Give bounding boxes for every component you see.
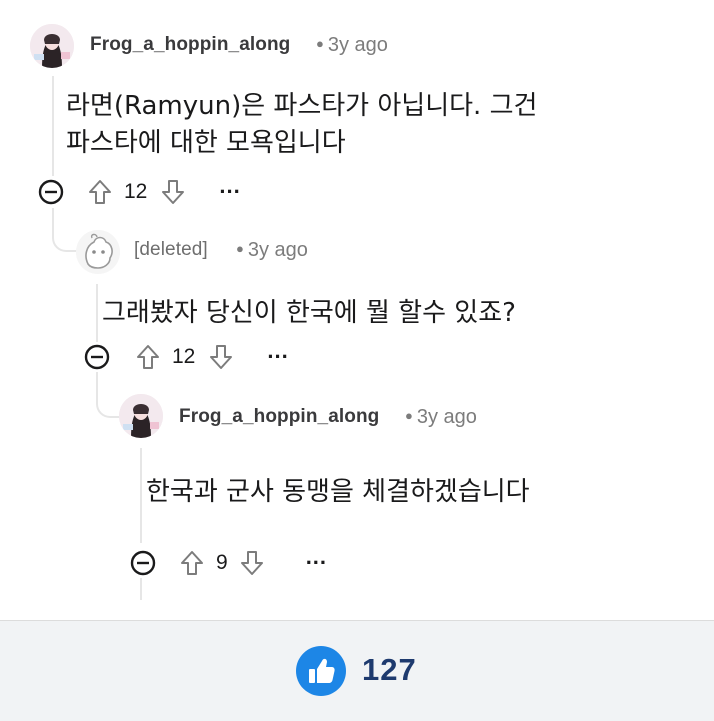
timestamp-text: 3y ago [327,34,388,56]
thread-line[interactable] [140,448,142,543]
vote-score: 12 [124,180,148,203]
comment-body-line: 그래봤자 당신이 한국에 뭘 할수 있죠? [102,298,516,328]
comment-body-line: 라면(Ramyun)은 파스타가 아닙니다. 그건 [66,91,538,121]
comment-author[interactable]: Frog_a_hoppin_along [90,34,290,56]
thread-line [140,578,142,600]
comment-timestamp: ● 3y ago [405,406,477,428]
comment-body: 그래봤자 당신이 한국에 뭘 할수 있죠? [102,295,516,332]
comment-author: [deleted] [134,239,208,260]
thread-connector [52,208,78,252]
comment-actions: 12 ... [84,338,289,372]
comment-thread: Frog_a_hoppin_along ● 3y ago 라면(Ramyun)은 … [0,0,714,600]
comment-body: 라면(Ramyun)은 파스타가 아닙니다. 그건 파스타에 대한 모욕입니다 [66,88,537,162]
comment-body-line: 파스타에 대한 모욕입니다 [66,128,346,158]
more-options-button[interactable]: ... [219,173,240,199]
comment-timestamp: ● 3y ago [316,34,388,56]
timestamp-text: 3y ago [416,406,477,428]
comment-actions: 9 ... [130,544,327,578]
collapse-icon[interactable] [84,344,110,370]
upvote-icon[interactable] [86,177,114,207]
like-count: 127 [362,652,417,687]
timestamp-text: 3y ago [247,239,308,261]
collapse-icon[interactable] [130,550,156,576]
thread-connector [96,372,120,418]
like-bar [0,620,714,721]
vote-score: 9 [216,551,228,574]
comment-author[interactable]: Frog_a_hoppin_along [179,406,379,428]
comment-body: 한국과 군사 동맹을 체결하겠습니다 [146,474,530,511]
thumbs-up-icon[interactable] [296,646,346,696]
avatar-image [30,24,74,68]
more-options-button[interactable]: ... [267,338,288,364]
avatar[interactable] [30,24,74,68]
comment-timestamp: ● 3y ago [236,239,308,261]
downvote-icon[interactable] [238,548,266,578]
avatar[interactable] [119,394,163,438]
thread-line[interactable] [96,284,98,342]
downvote-icon[interactable] [207,342,235,372]
vote-score: 12 [172,345,196,368]
avatar[interactable] [76,230,120,274]
thread-line[interactable] [52,76,54,176]
more-options-button[interactable]: ... [306,544,327,570]
collapse-icon[interactable] [38,179,64,205]
comment-body-line: 한국과 군사 동맹을 체결하겠습니다 [146,477,530,507]
thumbs-up-glyph [309,658,335,683]
upvote-icon[interactable] [134,342,162,372]
deleted-avatar-icon [76,230,120,274]
upvote-icon[interactable] [178,548,206,578]
comment-actions: 12 ... [38,173,241,207]
downvote-icon[interactable] [159,177,187,207]
avatar-image [119,394,163,438]
